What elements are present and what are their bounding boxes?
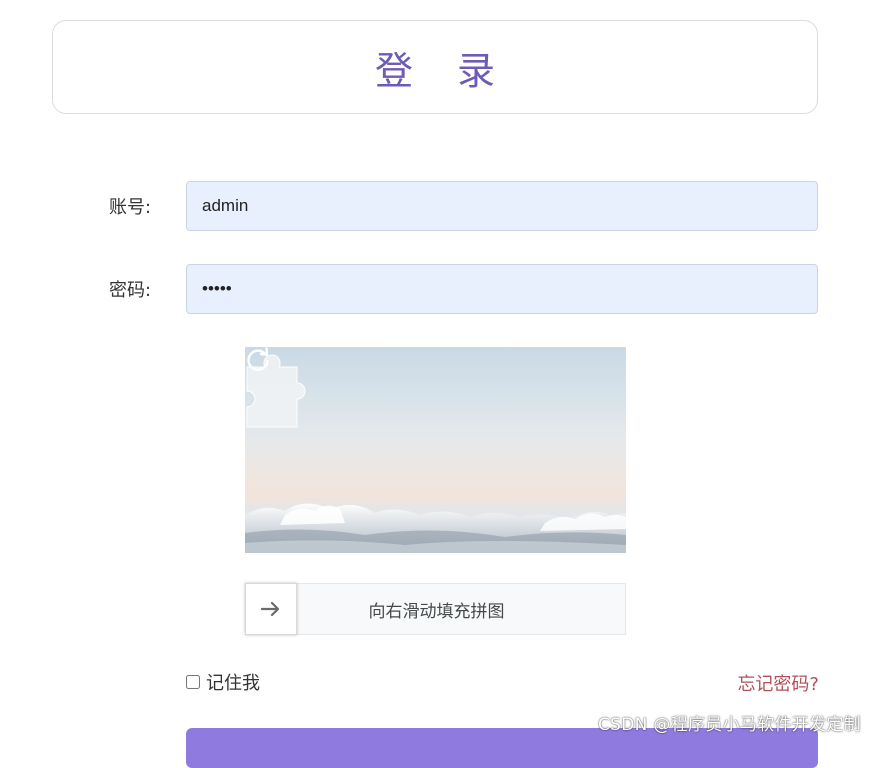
remember-checkbox[interactable] [186, 675, 200, 689]
account-input[interactable] [186, 181, 818, 231]
slider-handle[interactable] [245, 583, 297, 635]
captcha-image [245, 347, 626, 553]
forgot-password-link[interactable]: 忘记密码? [737, 670, 819, 696]
password-label: 密码: [109, 280, 152, 301]
slider-hint: 向右滑动填充拼图 [368, 601, 505, 622]
captcha-slider-track[interactable]: 向右滑动填充拼图 [245, 583, 626, 635]
page-title: 登 录 [374, 48, 512, 93]
password-input[interactable] [186, 264, 818, 314]
arrow-right-icon [261, 601, 280, 617]
remember-label: 记住我 [206, 673, 260, 694]
login-header-card: 登 录 [52, 20, 818, 114]
remember-me[interactable]: 记住我 [186, 669, 260, 695]
password-row: 密码: [0, 264, 875, 314]
watermark: CSDN @程序员小马软件开发定制 [598, 715, 861, 735]
refresh-icon[interactable] [245, 347, 271, 373]
account-label: 账号: [109, 197, 152, 218]
account-row: 账号: [0, 181, 875, 231]
